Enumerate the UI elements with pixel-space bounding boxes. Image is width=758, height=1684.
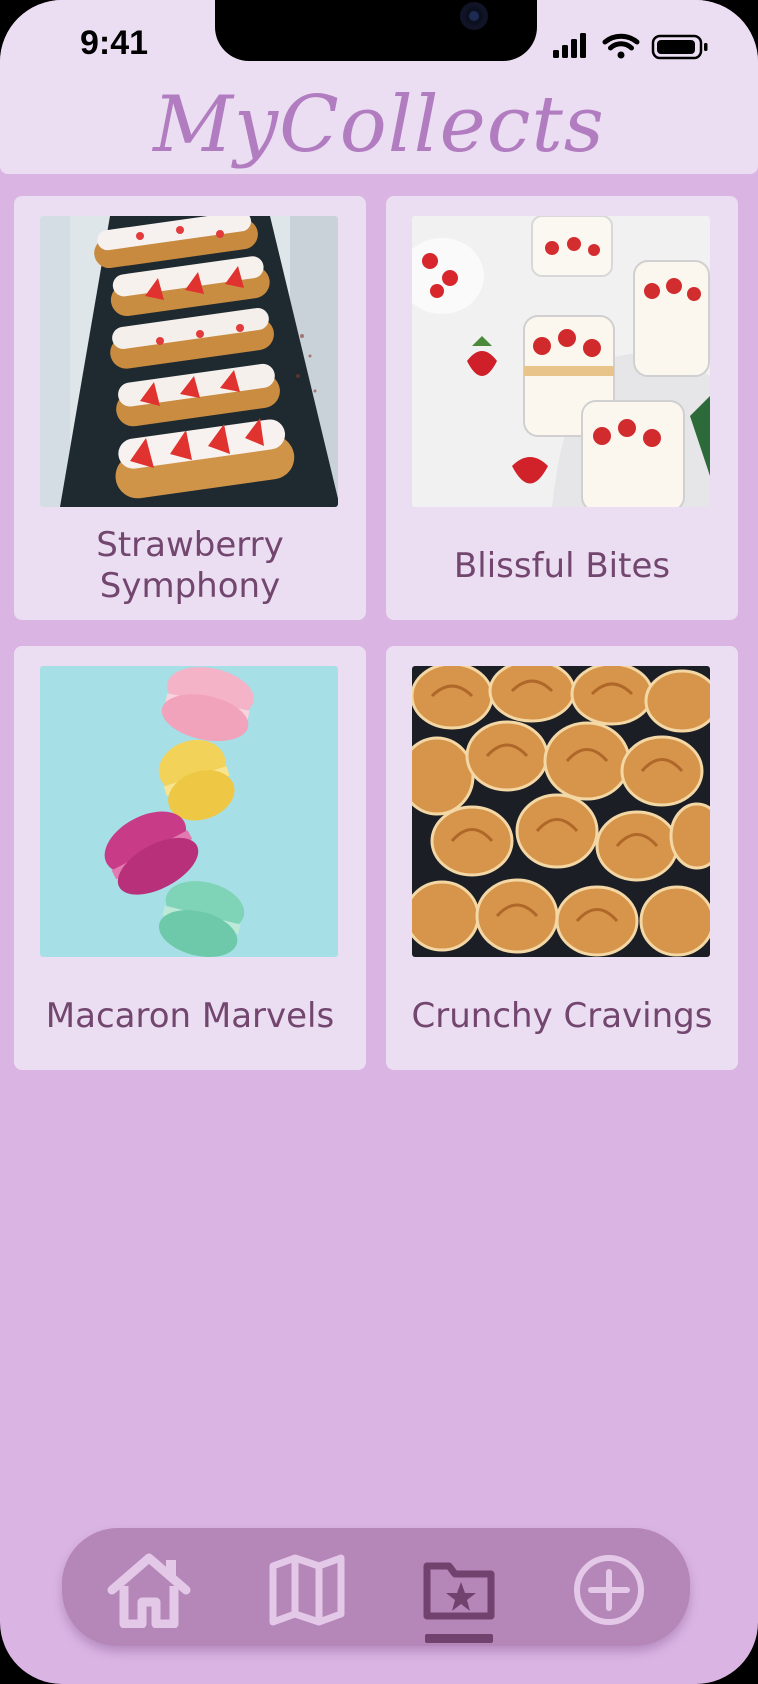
- add-circle-icon: [574, 1555, 644, 1625]
- phone-screen: 9:41 MyCollects Strawberry Symphony Blis…: [0, 0, 758, 1684]
- device-notch: [215, 0, 537, 61]
- status-icons: [553, 33, 708, 60]
- collection-image: [412, 666, 710, 957]
- collection-image: [40, 666, 338, 957]
- home-icon: [107, 1553, 191, 1628]
- collections-folder-star-icon: [423, 1562, 495, 1620]
- front-camera: [460, 2, 488, 30]
- wifi-icon: [602, 33, 640, 59]
- app-header: 9:41 MyCollects: [0, 0, 758, 174]
- macaron-photo: [40, 666, 338, 957]
- active-tab-indicator: [425, 1634, 493, 1643]
- collection-image: [40, 216, 338, 507]
- collection-title: Blissful Bites: [453, 545, 671, 586]
- eclair-photo: [40, 216, 338, 507]
- collection-title: Macaron Marvels: [45, 995, 335, 1036]
- collection-title: Crunchy Cravings: [411, 995, 713, 1036]
- collection-title: Strawberry Symphony: [96, 525, 284, 606]
- nav-add[interactable]: [564, 1550, 654, 1630]
- cellular-signal-icon: [553, 33, 586, 58]
- collection-image: [412, 216, 710, 507]
- nav-map[interactable]: [262, 1550, 352, 1630]
- collection-card-crunchy-cravings[interactable]: Crunchy Cravings: [386, 646, 738, 1070]
- nav-collections[interactable]: [414, 1550, 504, 1630]
- palmier-photo: [412, 666, 710, 957]
- app-title: MyCollects: [153, 80, 605, 170]
- nav-home[interactable]: [104, 1550, 194, 1630]
- map-icon: [269, 1554, 345, 1626]
- collection-card-macaron-marvels[interactable]: Macaron Marvels: [14, 646, 366, 1070]
- collection-card-strawberry-symphony[interactable]: Strawberry Symphony: [14, 196, 366, 620]
- status-time: 9:41: [80, 24, 149, 62]
- battery-icon: [651, 34, 708, 60]
- bottom-nav-bar: [62, 1528, 690, 1646]
- collection-card-blissful-bites[interactable]: Blissful Bites: [386, 196, 738, 620]
- panna-cotta-photo: [412, 216, 710, 507]
